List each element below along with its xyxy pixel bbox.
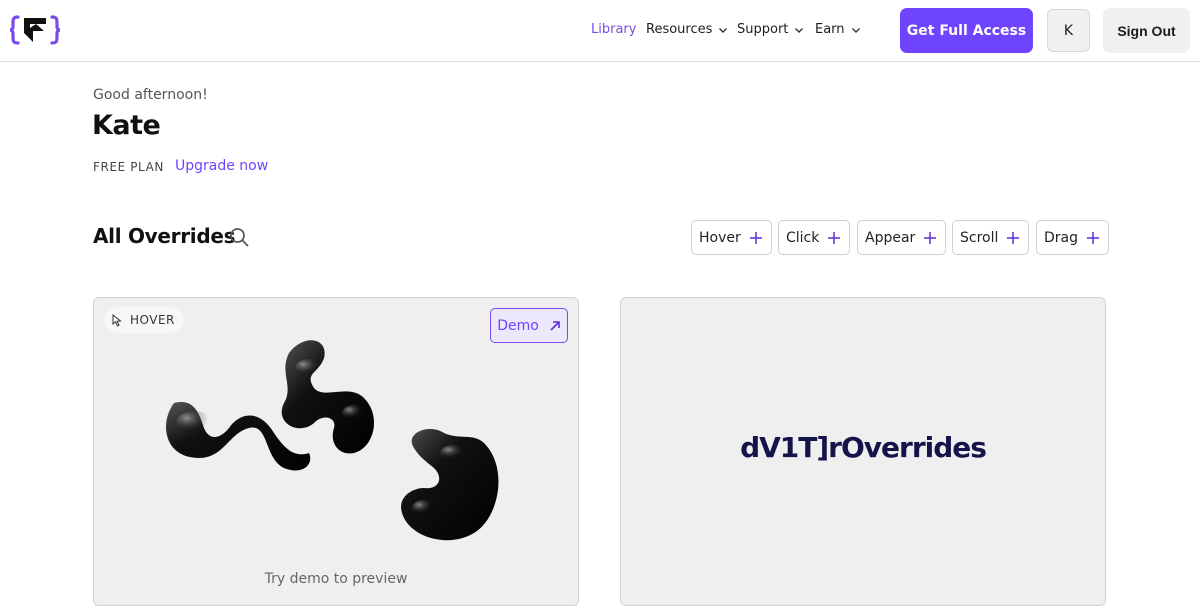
chevron-down-icon — [851, 27, 860, 33]
plus-icon — [1087, 231, 1100, 244]
filter-scroll[interactable]: Scroll — [952, 220, 1030, 255]
filter-click[interactable]: Click — [778, 220, 851, 255]
chevron-down-icon — [719, 27, 728, 33]
filter-label: Scroll — [960, 229, 999, 246]
nav-support-label: Support — [737, 22, 789, 37]
plus-icon — [1007, 231, 1020, 244]
filter-hover[interactable]: Hover — [691, 220, 772, 255]
arrow-up-right-icon — [550, 320, 560, 331]
section-title: All Overrides — [93, 224, 236, 248]
card-caption: Try demo to preview — [264, 571, 408, 587]
nav-library-label: Library — [591, 22, 637, 37]
filter-label: Hover — [699, 229, 741, 246]
nav-resources[interactable]: Resources — [646, 22, 728, 37]
plus-icon — [924, 231, 937, 244]
plus-icon — [828, 231, 841, 244]
filter-drag[interactable]: Drag — [1036, 220, 1110, 255]
nav-resources-label: Resources — [646, 22, 713, 37]
filter-appear[interactable]: Appear — [857, 220, 947, 255]
3d-shapes-illustration — [166, 340, 499, 541]
cursor-icon — [112, 313, 122, 327]
user-name: Kate — [92, 110, 161, 141]
logo-icon[interactable] — [8, 14, 62, 46]
nav-support[interactable]: Support — [737, 22, 804, 37]
chevron-down-icon — [795, 27, 804, 33]
plus-icon — [749, 231, 762, 244]
tag-label: HOVER — [130, 313, 175, 327]
upgrade-link[interactable]: Upgrade now — [175, 158, 268, 174]
get-full-access-button[interactable]: Get Full Access — [900, 8, 1033, 53]
plan-label: FREE PLAN — [93, 160, 165, 174]
filter-label: Drag — [1044, 229, 1079, 246]
nav-library[interactable]: Library — [591, 22, 636, 37]
nav-earn-label: Earn — [815, 22, 845, 37]
avatar-button[interactable]: K — [1047, 9, 1090, 52]
greeting-text: Good afternoon! — [93, 87, 208, 103]
search-icon[interactable] — [228, 226, 250, 248]
brand-wordmark: dV1T]rOverrides — [740, 431, 987, 464]
filter-label: Click — [786, 229, 820, 246]
override-card-hover[interactable]: HOVER Demo Try demo to preview — [93, 297, 579, 606]
override-card-brand[interactable]: dV1T]rOverrides — [620, 297, 1106, 606]
top-header: Library Resources Support Earn Get Full … — [0, 0, 1200, 62]
sign-out-button[interactable]: Sign Out — [1103, 8, 1190, 53]
nav-earn[interactable]: Earn — [815, 22, 861, 37]
filter-label: Appear — [865, 229, 916, 246]
